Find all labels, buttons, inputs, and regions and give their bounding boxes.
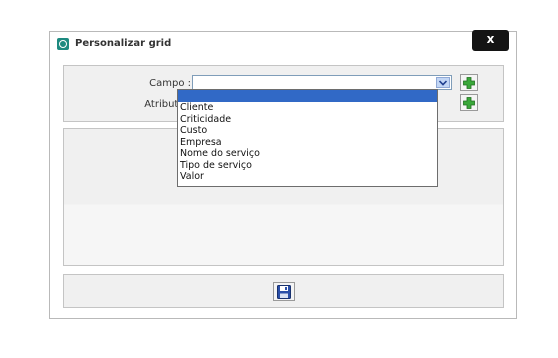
dropdown-option-criticidade[interactable]: Criticidade <box>178 114 437 126</box>
add-campo-button[interactable] <box>460 74 478 91</box>
plus-icon <box>463 96 475 109</box>
campo-dropdown-list[interactable]: Cliente Criticidade Custo Empresa Nome d… <box>177 89 438 187</box>
dialog-titlebar: Personalizar grid x <box>50 30 516 54</box>
save-button[interactable] <box>273 282 295 301</box>
dropdown-option-tipo-de-servico[interactable]: Tipo de serviço <box>178 160 437 172</box>
dropdown-option-blank[interactable] <box>178 90 437 102</box>
dropdown-option-valor[interactable]: Valor <box>178 171 437 183</box>
campo-label: Campo : <box>149 78 191 89</box>
dropdown-option-empresa[interactable]: Empresa <box>178 137 437 149</box>
dropdown-option-cliente[interactable]: Cliente <box>178 102 437 114</box>
dropdown-option-nome-do-servico[interactable]: Nome do serviço <box>178 148 437 160</box>
plus-icon <box>463 76 475 89</box>
dialog-title: Personalizar grid <box>75 38 172 49</box>
add-atributo-button[interactable] <box>460 94 478 111</box>
grid-app-icon <box>57 38 69 50</box>
dropdown-option-custo[interactable]: Custo <box>178 125 437 137</box>
floppy-disk-icon <box>277 284 291 299</box>
chevron-down-icon[interactable] <box>436 77 450 88</box>
close-button[interactable]: x <box>472 30 509 51</box>
action-panel <box>63 274 504 308</box>
campo-select[interactable] <box>192 75 452 90</box>
